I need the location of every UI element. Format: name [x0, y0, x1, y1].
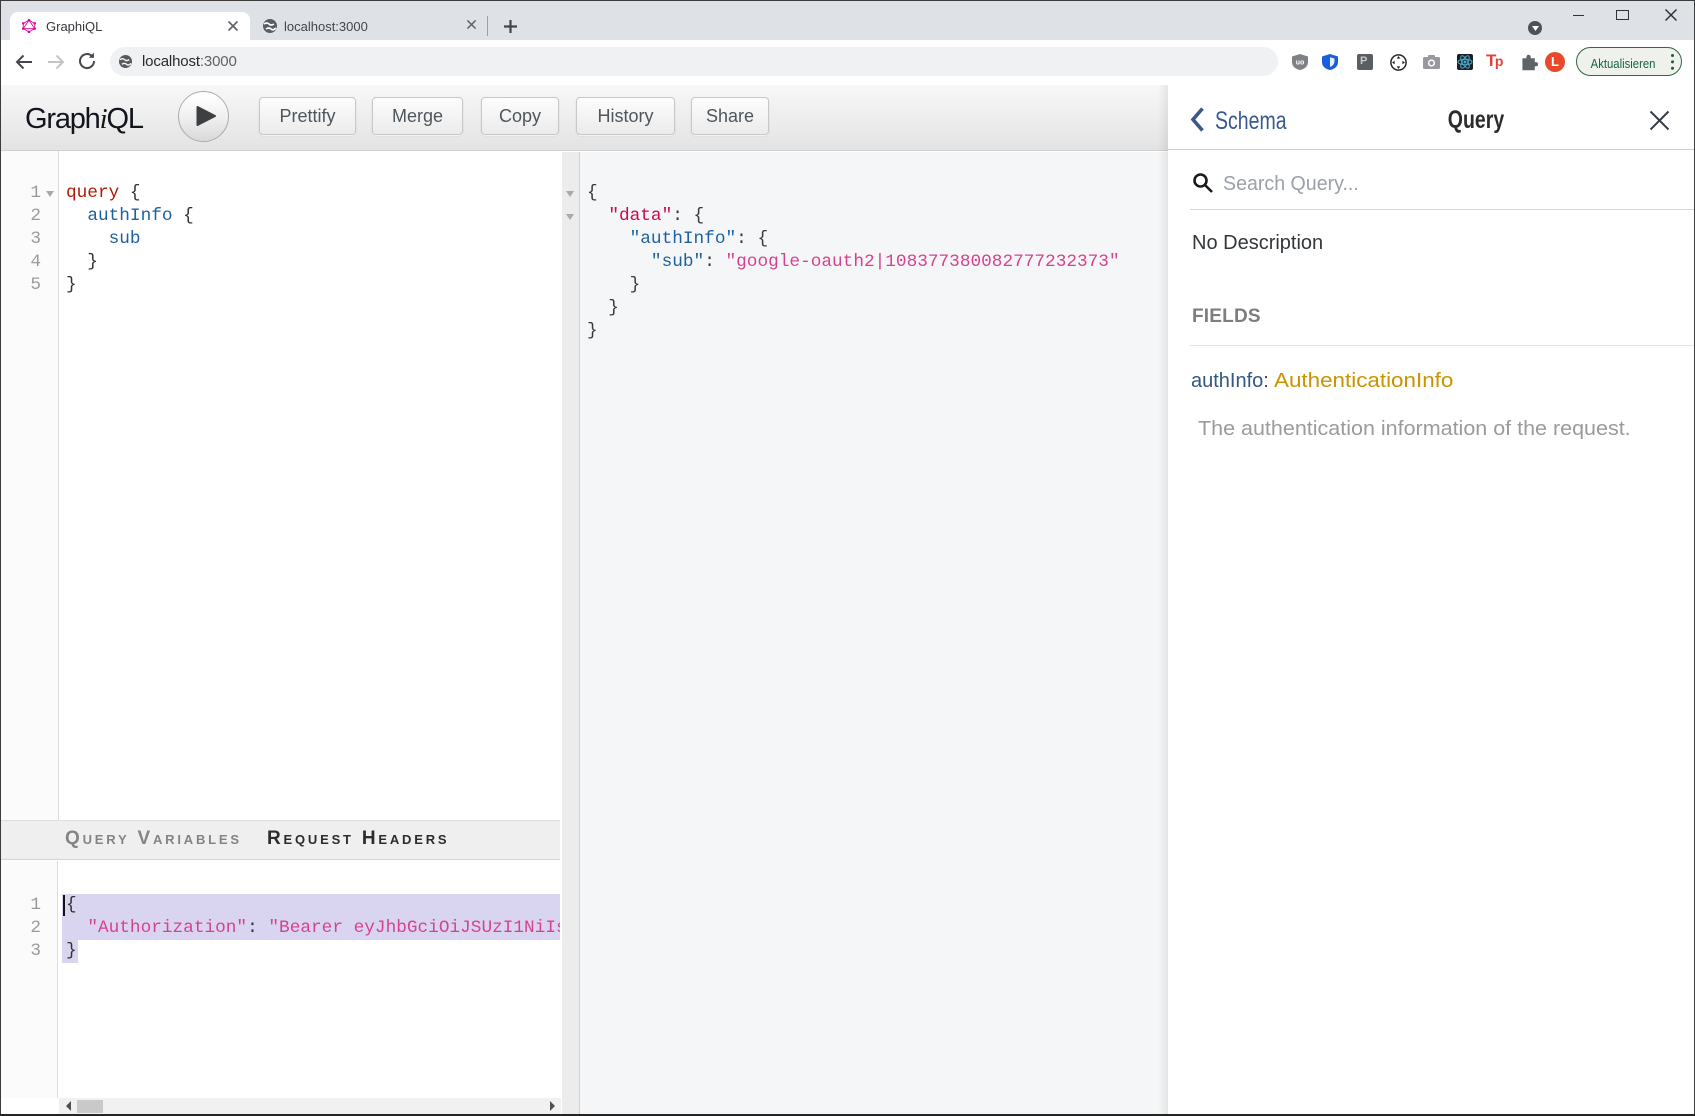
svg-text:uo: uo: [1296, 60, 1305, 67]
